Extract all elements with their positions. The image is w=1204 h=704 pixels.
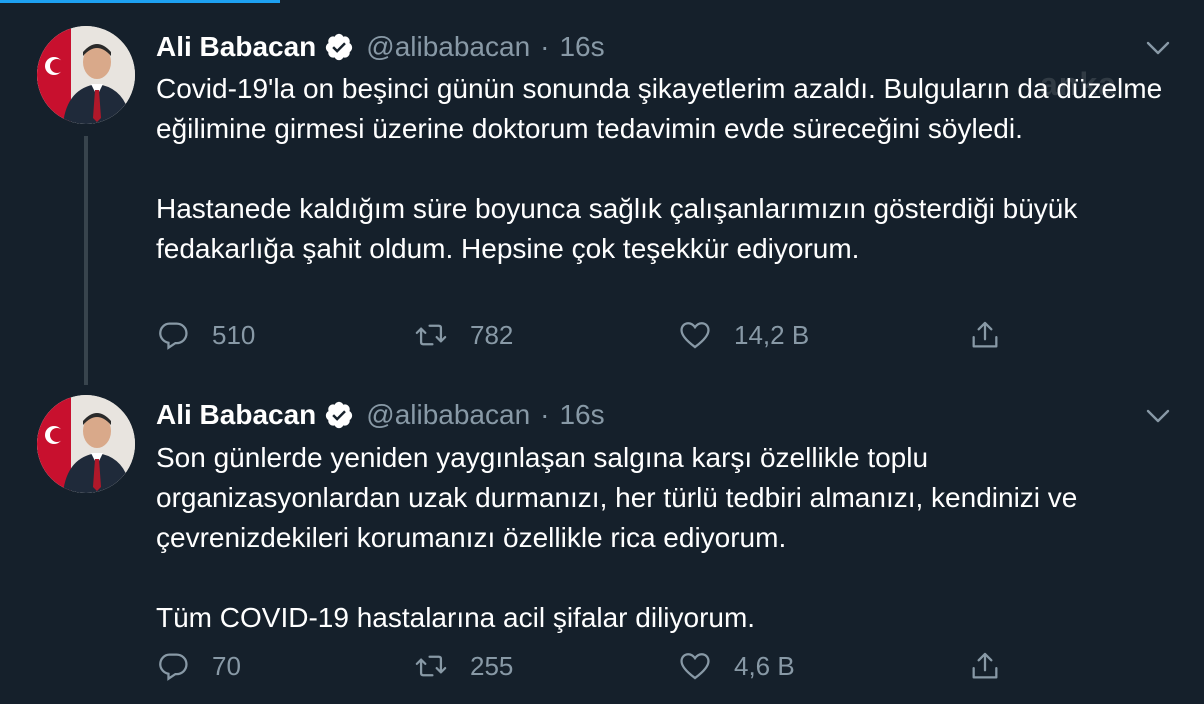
retweet-button[interactable]: 255 xyxy=(414,646,513,686)
retweet-icon xyxy=(415,324,447,346)
like-count: 4,6 B xyxy=(734,650,795,681)
retweet-count: 255 xyxy=(470,650,514,681)
retweet-count: 782 xyxy=(470,319,514,350)
retweet-icon xyxy=(415,655,447,677)
author-name[interactable]: Ali Babacan xyxy=(156,399,316,431)
tweet[interactable]: Ali Babacan @alibabacan · 16s Covid-19'l… xyxy=(0,0,1204,385)
verified-badge-icon xyxy=(324,32,354,62)
reply-icon xyxy=(159,322,188,350)
timestamp[interactable]: 16s xyxy=(559,31,604,63)
tweet-actions: 510 782 14,2 B xyxy=(156,315,1016,355)
author-name[interactable]: Ali Babacan xyxy=(156,31,316,63)
like-button[interactable]: 14,2 B xyxy=(678,315,809,355)
like-button[interactable]: 4,6 B xyxy=(678,646,795,686)
tweet-paragraph: Covid-19'la on beşinci günün sonunda şik… xyxy=(156,73,1163,144)
separator-dot: · xyxy=(540,31,550,62)
reply-count: 70 xyxy=(212,650,241,681)
share-icon xyxy=(972,321,998,348)
tweet[interactable]: Ali Babacan @alibabacan · 16s Son günler… xyxy=(0,385,1204,704)
thread-connector-line xyxy=(84,136,88,385)
like-count: 14,2 B xyxy=(734,319,810,350)
tweet-paragraph: Son günlerde yeniden yaygınlaşan salgına… xyxy=(156,442,1078,553)
share-button[interactable] xyxy=(968,315,1002,355)
chevron-down-icon[interactable] xyxy=(1144,34,1172,62)
reply-button[interactable]: 70 xyxy=(156,646,241,686)
share-button[interactable] xyxy=(968,646,1002,686)
avatar[interactable] xyxy=(37,26,135,124)
tweet-header: Ali Babacan @alibabacan · 16s xyxy=(156,395,605,435)
tweet-text: Son günlerde yeniden yaygınlaşan salgına… xyxy=(156,438,1166,638)
reply-count: 510 xyxy=(212,319,256,350)
retweet-button[interactable]: 782 xyxy=(414,315,513,355)
tweet-actions: 70 255 4,6 B xyxy=(156,646,1016,686)
avatar[interactable] xyxy=(37,395,135,493)
timestamp[interactable]: 16s xyxy=(559,399,604,431)
reply-button[interactable]: 510 xyxy=(156,315,255,355)
chevron-down-icon[interactable] xyxy=(1144,402,1172,430)
separator-dot: · xyxy=(540,399,550,430)
heart-icon xyxy=(680,653,710,680)
tweet-paragraph: Tüm COVID-19 hastalarına acil şifalar di… xyxy=(156,602,756,633)
tweet-text: Covid-19'la on beşinci günün sonunda şik… xyxy=(156,69,1166,269)
share-icon xyxy=(972,652,998,679)
author-handle[interactable]: @alibabacan xyxy=(366,31,530,63)
author-handle[interactable]: @alibabacan xyxy=(366,399,530,431)
heart-icon xyxy=(680,322,710,349)
verified-badge-icon xyxy=(324,400,354,430)
reply-icon xyxy=(159,653,188,681)
tweet-paragraph: Hastanede kaldığım süre boyunca sağlık ç… xyxy=(156,193,1078,264)
tweet-header: Ali Babacan @alibabacan · 16s xyxy=(156,27,605,67)
